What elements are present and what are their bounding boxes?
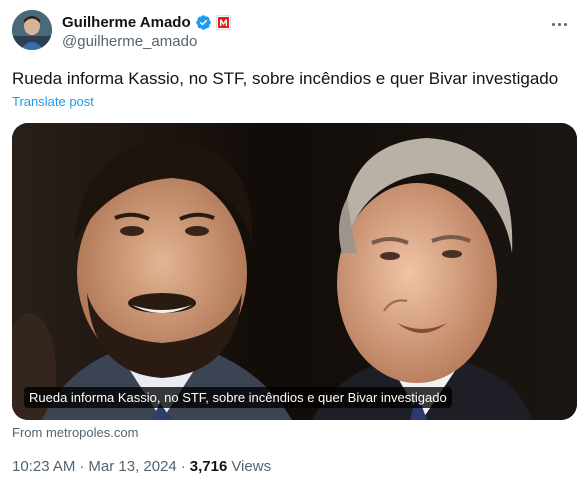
display-name[interactable]: Guilherme Amado xyxy=(62,14,191,31)
tweet-meta: 10:23 AM · Mar 13, 2024 · 3,716 Views xyxy=(12,458,271,475)
tweet-header: Guilherme Amado @guilherme_amado xyxy=(12,10,574,54)
card-source[interactable]: From metropoles.com xyxy=(12,425,138,440)
views-label: Views xyxy=(231,458,272,475)
link-card[interactable]: Rueda informa Kassio, no STF, sobre incê… xyxy=(12,123,577,420)
tweet-text: Rueda informa Kassio, no STF, sobre incê… xyxy=(12,69,559,88)
metropoles-logo-icon xyxy=(217,16,229,28)
translate-post-link[interactable]: Translate post xyxy=(12,94,94,109)
avatar[interactable] xyxy=(12,10,52,50)
verified-badge-icon xyxy=(195,14,211,30)
views-count: 3,716 xyxy=(189,458,228,475)
card-caption: Rueda informa Kassio, no STF, sobre incê… xyxy=(24,387,452,408)
post-date[interactable]: Mar 13, 2024 xyxy=(88,458,176,475)
affiliation-badge[interactable] xyxy=(215,14,231,30)
meta-separator-2: · xyxy=(180,458,186,475)
user-handle[interactable]: @guilherme_amado xyxy=(62,33,231,50)
meta-separator: · xyxy=(79,458,85,475)
avatar-image xyxy=(12,10,52,50)
card-image xyxy=(12,123,577,420)
post-time[interactable]: 10:23 AM xyxy=(12,458,75,475)
more-options-icon[interactable] xyxy=(544,14,574,34)
